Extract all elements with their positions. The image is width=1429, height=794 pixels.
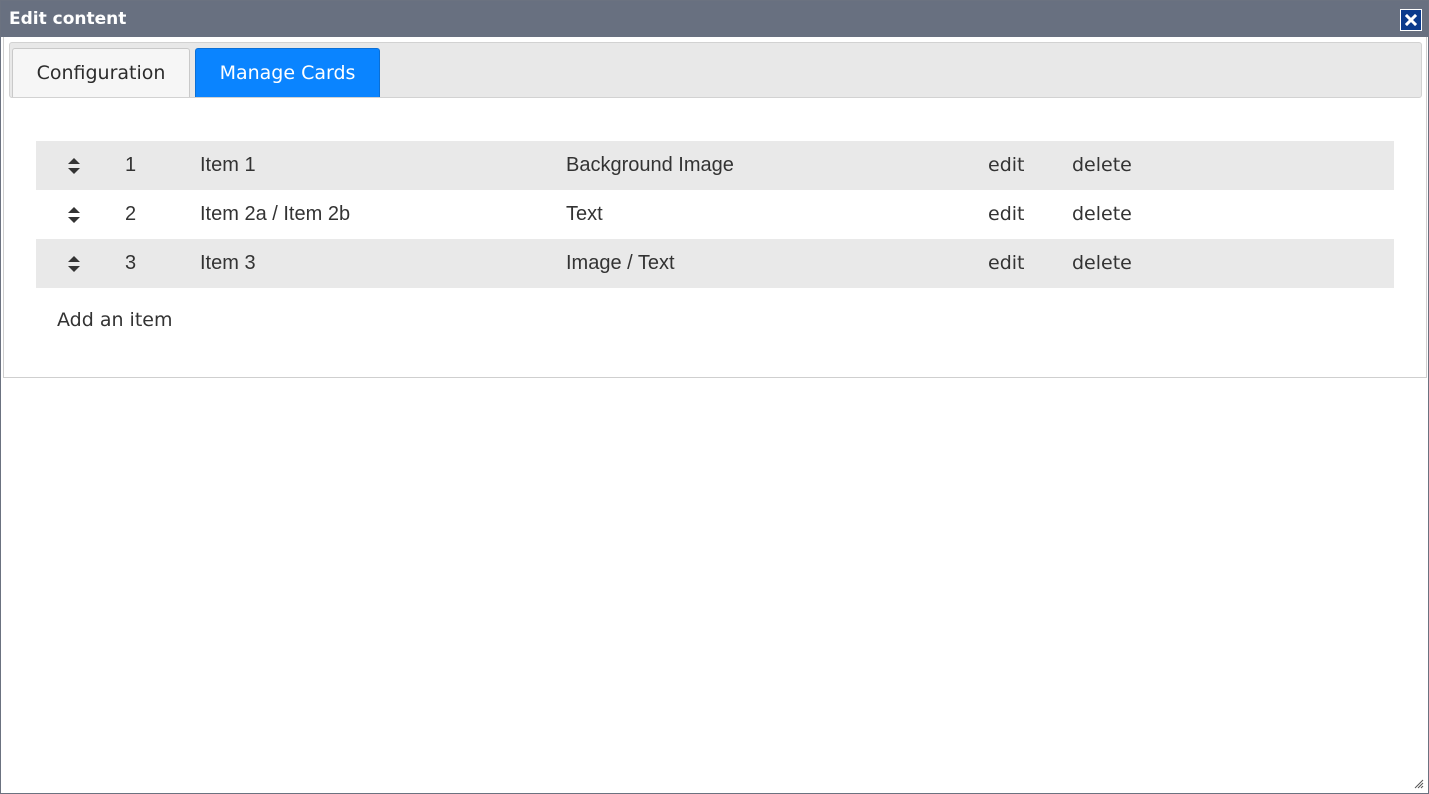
card-type: Image / Text xyxy=(566,252,675,274)
tab-bar: Configuration Manage Cards xyxy=(9,42,1422,98)
tab-configuration[interactable]: Configuration xyxy=(12,48,190,97)
dialog-title: Edit content xyxy=(9,9,127,29)
dialog-content-panel: Configuration Manage Cards 1 Item 1 Back… xyxy=(3,37,1427,378)
dialog-titlebar[interactable]: Edit content xyxy=(1,1,1428,37)
card-name: Item 3 xyxy=(200,252,256,274)
delete-link[interactable]: delete xyxy=(1072,203,1132,225)
card-number: 3 xyxy=(125,252,137,274)
delete-link[interactable]: delete xyxy=(1072,154,1132,176)
delete-link[interactable]: delete xyxy=(1072,252,1132,274)
card-row: 2 Item 2a / Item 2b Text edit delete xyxy=(36,190,1394,239)
sort-handle-icon[interactable] xyxy=(67,205,81,225)
card-type: Background Image xyxy=(566,154,734,176)
close-icon xyxy=(1405,14,1417,26)
edit-link[interactable]: edit xyxy=(988,252,1024,274)
sort-handle-icon[interactable] xyxy=(67,156,81,176)
card-row: 3 Item 3 Image / Text edit delete xyxy=(36,239,1394,288)
edit-content-dialog: Edit content Configuration Manage Cards … xyxy=(0,0,1429,794)
card-name: Item 1 xyxy=(200,154,256,176)
card-row: 1 Item 1 Background Image edit delete xyxy=(36,141,1394,190)
card-type: Text xyxy=(566,203,603,225)
card-number: 1 xyxy=(125,154,137,176)
edit-link[interactable]: edit xyxy=(988,154,1024,176)
resize-grip-icon[interactable] xyxy=(1414,779,1424,789)
cards-list: 1 Item 1 Background Image edit delete 2 … xyxy=(36,141,1394,288)
sort-handle-icon[interactable] xyxy=(67,254,81,274)
edit-link[interactable]: edit xyxy=(988,203,1024,225)
card-number: 2 xyxy=(125,203,137,225)
add-item-link[interactable]: Add an item xyxy=(57,309,172,331)
tab-manage-cards[interactable]: Manage Cards xyxy=(195,48,380,97)
close-button[interactable] xyxy=(1400,9,1422,31)
card-name: Item 2a / Item 2b xyxy=(200,203,351,225)
